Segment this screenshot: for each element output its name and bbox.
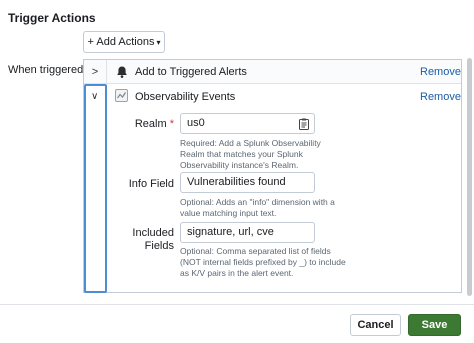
save-button[interactable]: Save xyxy=(408,314,461,336)
included-fields-input[interactable]: signature, url, cve xyxy=(180,222,315,243)
realm-label: Realm * xyxy=(134,118,174,130)
action-title: Add to Triggered Alerts xyxy=(135,66,247,78)
included-fields-help: Optional: Comma separated list of fields… xyxy=(180,246,346,278)
when-triggered-label: When triggered xyxy=(8,64,84,76)
page-title: Trigger Actions xyxy=(8,11,96,25)
add-actions-label: + Add Actions xyxy=(87,36,155,48)
action-row-triggered-alerts: > Add to Triggered Alerts Remove xyxy=(84,60,461,84)
chevron-right-icon: > xyxy=(91,66,99,78)
add-actions-button[interactable]: + Add Actions ▾ xyxy=(83,31,165,53)
vertical-scrollbar[interactable] xyxy=(467,58,472,296)
realm-input[interactable]: us0 xyxy=(180,113,315,134)
action-title: Observability Events xyxy=(135,91,236,103)
caret-down-icon: ▾ xyxy=(156,37,161,47)
included-fields-label: Included Fields xyxy=(132,227,174,252)
trigger-actions-panel: > Add to Triggered Alerts Remove ∨ Obser… xyxy=(83,59,462,293)
info-field-label: Info Field xyxy=(128,178,174,190)
cancel-button[interactable]: Cancel xyxy=(350,314,401,336)
expand-toggle[interactable]: > xyxy=(84,60,107,84)
observability-icon xyxy=(115,89,128,102)
clipboard-icon xyxy=(299,118,309,130)
info-field-help: Optional: Adds an "info" dimension with … xyxy=(180,197,335,218)
required-marker: * xyxy=(169,118,174,130)
realm-help: Required: Add a Splunk Observability Rea… xyxy=(180,138,321,170)
footer-divider xyxy=(0,304,474,305)
chevron-down-icon: ∨ xyxy=(91,91,99,102)
remove-link[interactable]: Remove xyxy=(420,91,461,103)
info-field-input[interactable]: Vulnerabilities found xyxy=(180,172,315,193)
bell-icon xyxy=(117,66,127,78)
remove-link[interactable]: Remove xyxy=(420,66,461,78)
